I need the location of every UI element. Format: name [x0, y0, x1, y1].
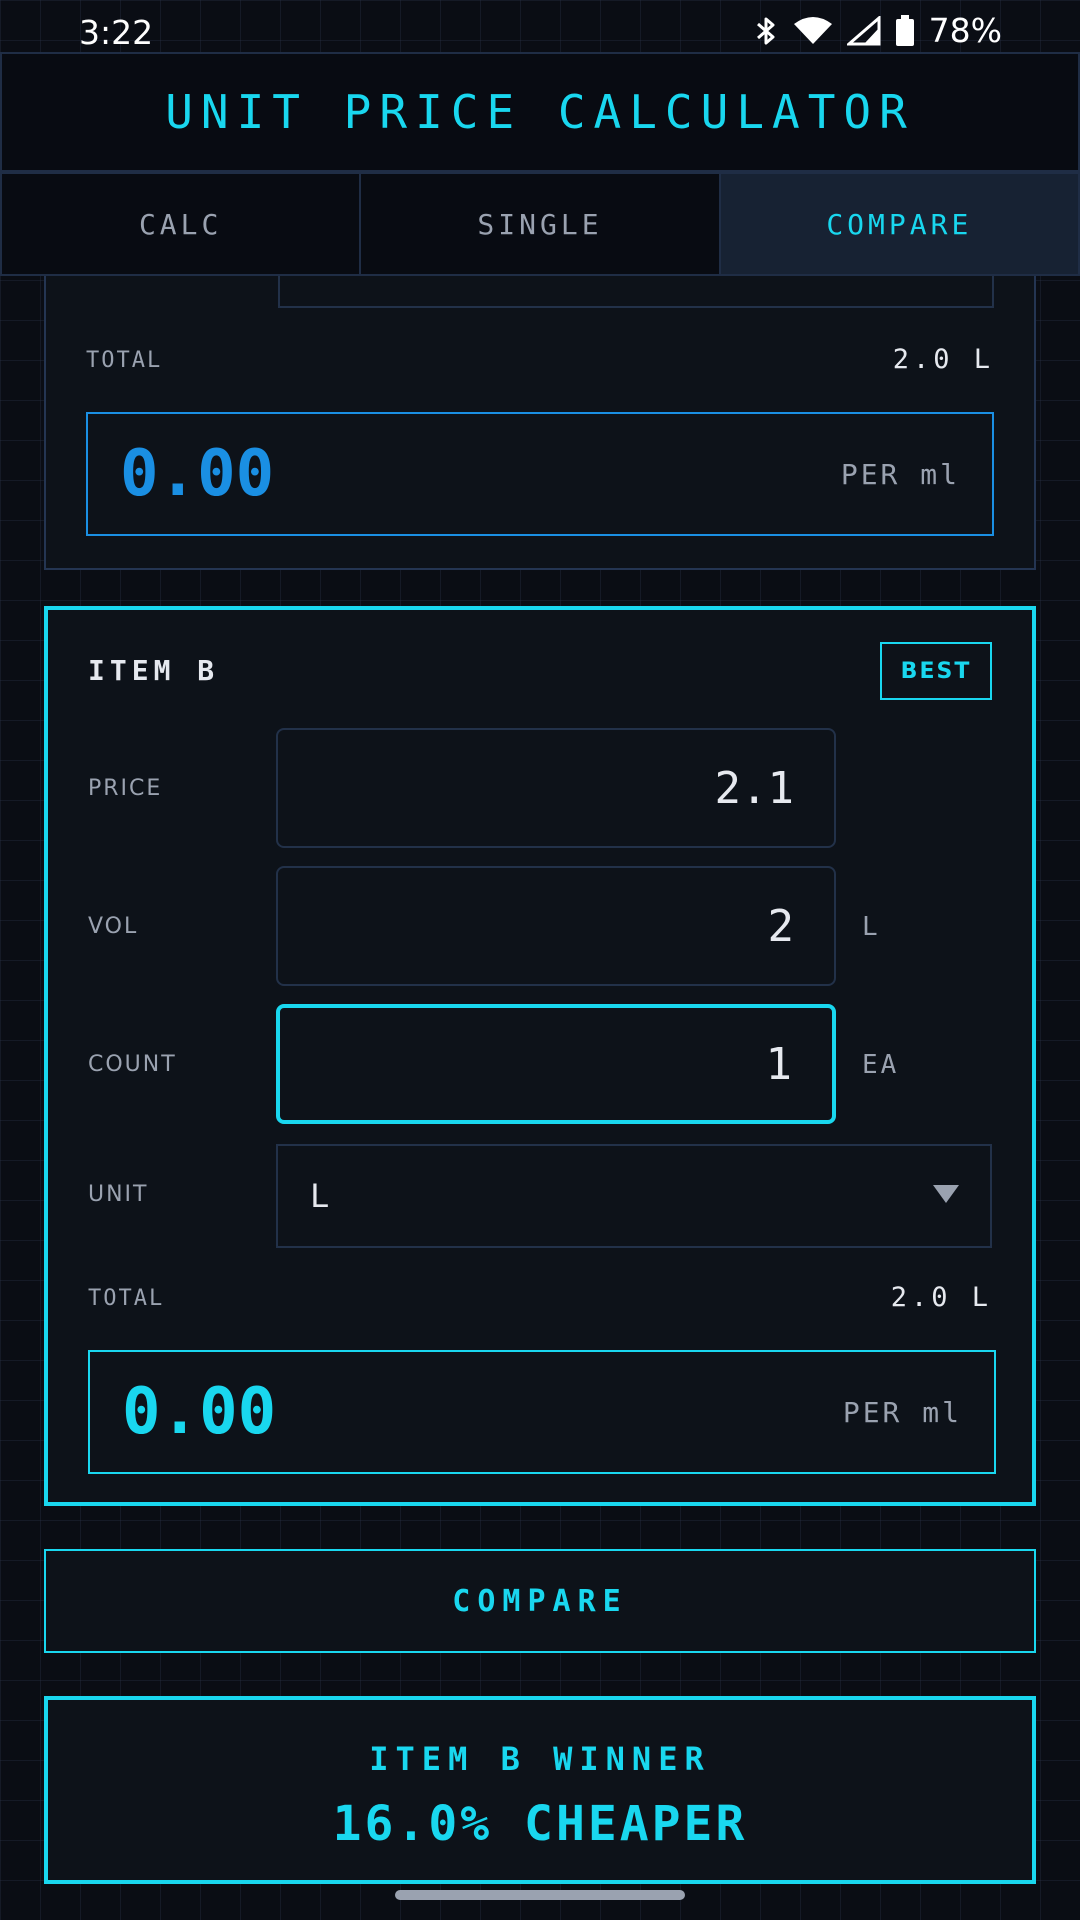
signal-icon	[846, 15, 881, 46]
app-header: UNIT PRICE CALCULATOR	[0, 52, 1080, 172]
compare-button[interactable]: COMPARE	[44, 1549, 1036, 1653]
tab-compare[interactable]: COMPARE	[720, 172, 1080, 276]
chevron-down-icon	[932, 1184, 960, 1208]
unit-select[interactable]: L	[276, 1144, 992, 1248]
unit-label: UNIT	[88, 1182, 149, 1207]
item-a-total-label: TOTAL	[86, 348, 163, 373]
status-time: 3:22	[79, 13, 154, 52]
status-icons: 78%	[753, 14, 1002, 47]
unit-select-value: L	[310, 1177, 330, 1215]
price-label: PRICE	[88, 776, 163, 801]
item-b-result-unit: PER ml	[842, 1395, 962, 1429]
battery-icon	[895, 14, 915, 47]
item-b-card: ITEM B BEST PRICE 2.1 VOL 2 L COUNT 1 EA…	[44, 606, 1036, 1506]
item-b-total-label: TOTAL	[88, 1286, 165, 1311]
item-a-total-value: 2.0 L	[892, 344, 994, 375]
item-a-unit-price: 0.00	[120, 437, 275, 511]
winner-title: ITEM B WINNER	[369, 1740, 711, 1778]
count-unit-suffix: EA	[862, 1050, 900, 1080]
item-b-result: 0.00 PER ml	[88, 1350, 996, 1474]
count-input[interactable]: 1	[276, 1004, 836, 1124]
tab-calc[interactable]: CALC	[0, 172, 362, 276]
battery-percent: 78%	[928, 11, 1002, 50]
price-input[interactable]: 2.1	[276, 728, 836, 848]
nav-handle[interactable]	[395, 1890, 685, 1900]
item-a-result-unit: PER ml	[840, 457, 960, 491]
item-b-total-value: 2.0 L	[890, 1282, 992, 1313]
app-title: UNIT PRICE CALCULATOR	[165, 85, 915, 139]
tab-single[interactable]: SINGLE	[361, 172, 721, 276]
item-b-title: ITEM B	[88, 654, 220, 687]
vol-input[interactable]: 2	[276, 866, 836, 986]
status-bar: 3:22 78%	[0, 0, 1080, 54]
item-a-result: 0.00 PER ml	[86, 412, 994, 536]
wifi-icon	[793, 16, 833, 46]
vol-label: VOL	[88, 914, 139, 939]
best-badge: BEST	[880, 642, 992, 700]
winner-panel: ITEM B WINNER 16.0% CHEAPER	[44, 1696, 1036, 1884]
count-label: COUNT	[88, 1052, 177, 1077]
bluetooth-icon	[753, 15, 779, 47]
item-b-unit-price: 0.00	[122, 1375, 277, 1449]
winner-detail: 16.0% CHEAPER	[332, 1796, 748, 1852]
tab-bar: CALC SINGLE COMPARE	[0, 172, 1080, 276]
vol-unit-suffix: L	[862, 912, 881, 942]
